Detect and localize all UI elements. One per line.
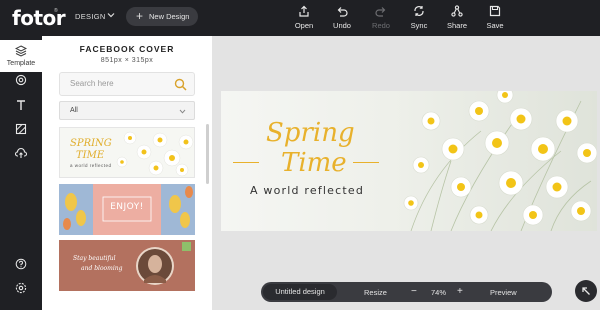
plus-icon: +	[136, 9, 144, 23]
filter-value: All	[70, 107, 78, 114]
title-rule-left	[233, 162, 259, 163]
template-3-line1: Stay beautiful	[73, 255, 116, 262]
template-1-line1: SPRING	[70, 138, 112, 149]
top-bar: fotor ® DESIGN + New Design Open Undo Re…	[0, 0, 600, 36]
rail-item-background[interactable]	[0, 123, 42, 135]
design-canvas[interactable]: Spring Time A world reflected	[221, 91, 597, 231]
open-icon	[299, 5, 309, 17]
template-3-line2: and blooming	[81, 265, 123, 272]
zoom-level: 74%	[431, 288, 447, 297]
help-icon	[15, 258, 27, 270]
redo-label: Redo	[372, 21, 390, 30]
portrait-artwork	[59, 240, 195, 291]
panel-scrollbar[interactable]	[206, 124, 209, 184]
template-thumbnail-stay-beautiful[interactable]: Stay beautiful and blooming	[59, 240, 195, 291]
share-button[interactable]: Share	[442, 5, 472, 33]
undo-label: Undo	[333, 21, 351, 30]
template-2-text: ENJOY!	[110, 202, 144, 212]
open-label: Open	[294, 21, 314, 30]
save-label: Save	[486, 21, 504, 30]
rail-item-text[interactable]	[0, 99, 42, 111]
upload-icon	[15, 147, 27, 158]
zoom-in-button[interactable]: +	[457, 286, 463, 297]
design-menu-label[interactable]: DESIGN	[75, 12, 106, 21]
title-rule-right	[353, 162, 379, 163]
registered-mark: ®	[54, 8, 58, 14]
undo-button[interactable]: Undo	[327, 5, 357, 33]
template-1-line2: TIME	[76, 150, 105, 161]
rail-item-stickers[interactable]	[0, 74, 42, 86]
sync-icon	[414, 6, 424, 16]
canvas-tagline[interactable]: A world reflected	[250, 184, 364, 197]
rail-item-template-label: Template	[6, 60, 36, 67]
save-icon	[489, 5, 501, 17]
text-icon	[17, 100, 25, 110]
share-label: Share	[446, 21, 467, 30]
resize-button[interactable]: Resize	[364, 288, 387, 297]
template-1-tagline: a world reflected	[70, 163, 112, 168]
template-thumbnail-spring[interactable]: SPRING TIME a world reflected	[59, 127, 195, 178]
new-design-button[interactable]: + New Design	[126, 7, 198, 26]
bottom-toolbar: Untitled design Resize − 74% + Preview	[261, 282, 552, 302]
daisy-background-image	[221, 91, 597, 231]
panel-dimensions: 851px × 315px	[100, 57, 154, 64]
template-thumbnail-enjoy[interactable]: ENJOY!	[59, 184, 195, 235]
open-button[interactable]: Open	[289, 5, 319, 33]
canvas-title-line2: Time	[281, 148, 347, 178]
chevron-down-icon	[179, 109, 186, 114]
undo-icon	[337, 7, 348, 17]
sticker-icon	[15, 74, 27, 86]
preview-button[interactable]: Preview	[490, 288, 517, 297]
rail-item-settings[interactable]	[0, 282, 42, 294]
background-icon	[15, 123, 27, 135]
layers-icon	[15, 45, 27, 57]
left-tool-rail: Template	[0, 36, 42, 310]
fullscreen-button[interactable]	[575, 280, 597, 302]
template-panel: FACEBOOK COVER 851px × 315px All SPRING …	[42, 36, 212, 310]
document-name[interactable]: Untitled design	[263, 284, 337, 300]
search-input[interactable]	[70, 79, 170, 88]
zoom-out-button[interactable]: −	[411, 286, 417, 297]
redo-icon	[375, 7, 386, 17]
share-icon	[451, 5, 463, 17]
search-box[interactable]	[59, 72, 195, 96]
rail-item-template[interactable]: Template	[0, 40, 42, 72]
new-design-label: New Design	[149, 12, 190, 21]
redo-button[interactable]: Redo	[366, 5, 396, 33]
canvas-title-line1: Spring	[266, 118, 355, 148]
rail-item-help[interactable]	[0, 258, 42, 270]
sync-label: Sync	[410, 21, 428, 30]
sync-button[interactable]: Sync	[404, 5, 434, 33]
save-button[interactable]: Save	[480, 5, 510, 33]
category-filter-select[interactable]: All	[59, 101, 195, 120]
settings-icon	[15, 282, 27, 294]
search-icon[interactable]	[174, 78, 187, 91]
chevron-down-icon[interactable]	[106, 10, 116, 20]
panel-title: FACEBOOK COVER	[79, 44, 175, 54]
arrow-up-left-icon	[582, 287, 590, 295]
premium-badge-icon	[182, 242, 191, 251]
rail-item-upload[interactable]	[0, 147, 42, 159]
